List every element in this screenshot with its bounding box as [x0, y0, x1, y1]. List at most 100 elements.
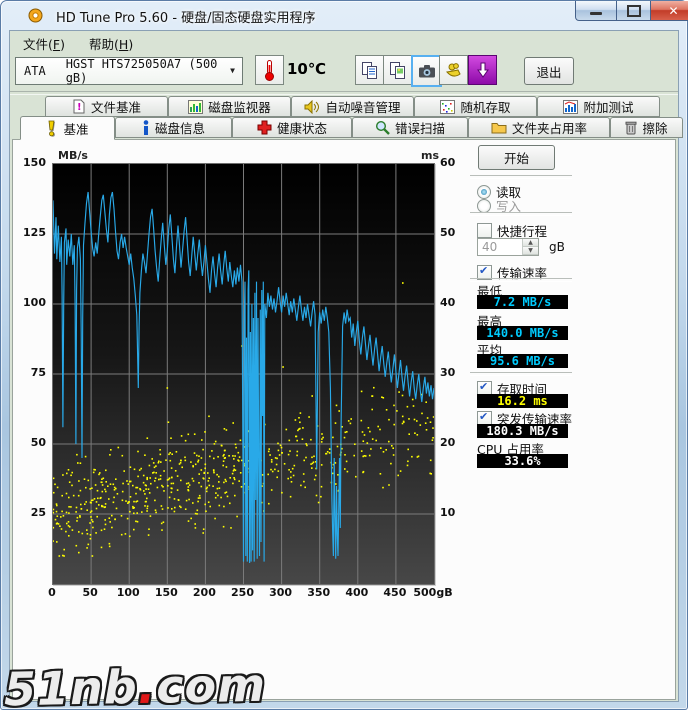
- drive-interface: ATA: [24, 64, 46, 78]
- file-benchmark-icon: !: [72, 99, 86, 114]
- menu-help[interactable]: 帮助(H): [79, 32, 143, 55]
- tab-disk-monitor[interactable]: 磁盘监视器: [168, 96, 291, 117]
- axis-tick-label: 20: [440, 436, 474, 450]
- maximize-icon: [627, 5, 641, 17]
- donate-button[interactable]: [439, 55, 468, 85]
- axis-tick-label: 50: [440, 226, 474, 240]
- close-button[interactable]: ✕: [650, 1, 688, 21]
- tab-file-benchmark[interactable]: ! 文件基准: [45, 96, 168, 117]
- tab-label: 附加测试: [583, 97, 633, 116]
- max-value: 140.0 MB/s: [477, 326, 568, 340]
- temperature-value: 10℃: [287, 60, 326, 78]
- y-right-axis-unit: ms: [421, 149, 439, 162]
- access-time-value: 16.2 ms: [477, 394, 568, 408]
- axis-tick-label: 125: [0, 226, 46, 240]
- cpu-usage-value: 33.6%: [477, 454, 568, 468]
- minimize-icon: [590, 12, 602, 15]
- tab-aam[interactable]: 自动噪音管理: [291, 96, 414, 117]
- menu-file[interactable]: 文件(F): [13, 32, 75, 55]
- divider: [470, 372, 572, 376]
- checkbox-icon: [477, 223, 492, 238]
- spinner-up-icon[interactable]: ▲: [523, 239, 538, 247]
- tab-label: 磁盘信息: [155, 118, 205, 137]
- exit-button[interactable]: 退出: [524, 57, 574, 85]
- folder-icon: [491, 121, 507, 134]
- benchmark-chart: [52, 163, 435, 585]
- thermometer-icon: [264, 59, 275, 82]
- benchmark-icon: [46, 120, 58, 137]
- chart-canvas: [53, 164, 434, 584]
- extra-tests-icon: [563, 100, 578, 114]
- app-icon: [27, 7, 44, 28]
- health-cross-icon: [257, 120, 272, 135]
- tab-label: 文件基准: [91, 97, 141, 116]
- axis-tick-label: 10: [440, 506, 474, 520]
- tab-health[interactable]: 健康状态: [232, 117, 352, 138]
- axis-tick-label: 75: [0, 366, 46, 380]
- window-title: HD Tune Pro 5.60 - 硬盘/固态硬盘实用程序: [56, 7, 316, 26]
- speaker-icon: [304, 100, 320, 114]
- copy-image-icon: [389, 61, 407, 80]
- tab-random-access[interactable]: 随机存取: [414, 96, 537, 117]
- divider: [470, 212, 572, 216]
- maximize-button[interactable]: [617, 1, 650, 21]
- temperature-button[interactable]: [255, 55, 284, 85]
- tab-folder-usage[interactable]: 文件夹占用率: [468, 117, 610, 138]
- hand-coins-icon: [445, 62, 463, 79]
- axis-tick-label: 60: [440, 156, 474, 170]
- info-icon: [142, 120, 150, 135]
- drive-select-dropdown[interactable]: ATA HGST HTS725050A7 (500 gB) ▼: [15, 57, 243, 85]
- random-access-icon: [440, 100, 455, 114]
- burst-rate-value: 180.3 MB/s: [477, 424, 568, 438]
- magnifier-icon: [375, 120, 390, 135]
- tab-error-scan[interactable]: 错误扫描: [352, 117, 468, 138]
- minimize-button[interactable]: [575, 1, 617, 21]
- menu-bar: 文件(F) 帮助(H): [9, 32, 679, 54]
- copy-text-icon: [361, 61, 379, 80]
- toolbar-divider: [10, 91, 678, 95]
- download-icon: [475, 62, 491, 78]
- camera-icon: [418, 64, 436, 79]
- axis-tick-label: 30: [440, 366, 474, 380]
- hd-tune-pro-window: HD Tune Pro 5.60 - 硬盘/固态硬盘实用程序 ✕ 文件(F) 帮…: [0, 0, 688, 718]
- chevron-down-icon: ▼: [230, 66, 235, 75]
- copy-image-button[interactable]: [383, 55, 412, 85]
- close-icon: ✕: [668, 4, 678, 18]
- spinner-value: 40: [478, 239, 522, 255]
- drive-model: HGST HTS725050A7 (500 gB): [66, 57, 242, 85]
- short-stroke-spinner[interactable]: 40 ▲▼: [477, 238, 539, 256]
- tab-label: 擦除: [642, 118, 667, 137]
- min-value: 7.2 MB/s: [477, 295, 568, 309]
- spinner-down-icon[interactable]: ▼: [523, 247, 538, 255]
- start-button[interactable]: 开始: [478, 145, 555, 170]
- radio-icon: [477, 199, 491, 213]
- y-left-axis-unit: MB/s: [58, 149, 88, 162]
- disk-monitor-icon: [188, 100, 203, 114]
- tab-label: 错误扫描: [395, 118, 445, 137]
- tab-extra-tests[interactable]: 附加测试: [537, 96, 660, 117]
- tab-label: 文件夹占用率: [512, 118, 587, 137]
- watermark: 51nb.com: [4, 658, 267, 717]
- axis-tick-label: 25: [0, 506, 46, 520]
- short-stroke-unit: gB: [549, 240, 565, 254]
- divider: [470, 175, 572, 179]
- update-button[interactable]: [468, 55, 497, 85]
- tab-benchmark[interactable]: 基准: [20, 116, 115, 140]
- axis-tick-label: 150: [0, 156, 46, 170]
- avg-value: 95.6 MB/s: [477, 354, 568, 368]
- copy-text-button[interactable]: [355, 55, 384, 85]
- axis-tick-label: 500gB: [411, 586, 455, 600]
- tab-erase[interactable]: 擦除: [610, 117, 683, 138]
- title-bar[interactable]: HD Tune Pro 5.60 - 硬盘/固态硬盘实用程序 ✕: [0, 0, 688, 30]
- svg-text:!: !: [77, 102, 82, 113]
- tab-label: 健康状态: [277, 118, 327, 137]
- watermark-dot: .: [137, 660, 156, 714]
- tab-label: 随机存取: [460, 97, 510, 116]
- axis-tick-label: 40: [440, 296, 474, 310]
- screenshot-button[interactable]: [411, 55, 442, 87]
- axis-tick-label: 50: [0, 436, 46, 450]
- tab-disk-info[interactable]: 磁盘信息: [115, 117, 232, 138]
- axis-tick-label: 100: [0, 296, 46, 310]
- tab-label: 基准: [63, 119, 88, 138]
- trash-icon: [625, 120, 637, 135]
